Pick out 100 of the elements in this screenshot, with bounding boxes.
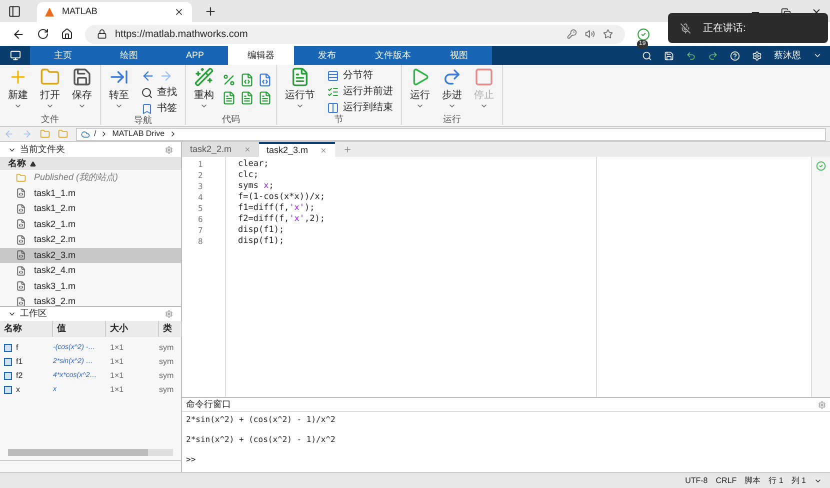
- file-item[interactable]: task2_2.m: [0, 232, 181, 248]
- back-arrow-icon[interactable]: [141, 69, 155, 83]
- code-line: f=(1-cos(x*x))/x;: [238, 192, 326, 203]
- toolbar-button[interactable]: 步进: [438, 65, 466, 110]
- address-field[interactable]: https://matlab.mathworks.com: [85, 24, 625, 44]
- file-item[interactable]: Published (我的站点): [0, 170, 181, 186]
- user-name[interactable]: 蔡沐恩: [774, 48, 801, 62]
- command-prompt: >>: [186, 455, 197, 465]
- ribbon-tab[interactable]: 主页: [30, 46, 96, 65]
- key-icon[interactable]: [567, 29, 577, 39]
- file-item[interactable]: task2_3.m: [0, 248, 181, 263]
- ribbon-tab[interactable]: 绘图: [96, 46, 162, 65]
- file-item[interactable]: task3_2.m: [0, 294, 181, 306]
- status-text: UTF-8: [685, 474, 708, 486]
- script-file-icon: [16, 188, 26, 198]
- line-number: 4: [197, 192, 204, 203]
- toolbar-button[interactable]: 运行: [406, 65, 434, 110]
- path-field[interactable]: / MATLAB Drive: [76, 128, 826, 140]
- checklist-icon: [327, 86, 339, 98]
- code-line: clc;: [238, 170, 260, 181]
- toolbar-button[interactable]: 分节符: [323, 69, 397, 82]
- code-line: syms x;: [238, 181, 275, 192]
- close-icon[interactable]: [174, 7, 184, 17]
- redo-icon[interactable]: [708, 50, 718, 60]
- undo-icon[interactable]: [686, 50, 696, 60]
- column-header[interactable]: 大小: [106, 321, 159, 337]
- path-segment[interactable]: MATLAB Drive: [112, 128, 165, 140]
- file-item[interactable]: task1_2.m: [0, 201, 181, 216]
- file-item[interactable]: task3_1.m: [0, 278, 181, 294]
- reload-icon[interactable]: [37, 28, 49, 40]
- table-cell: f: [0, 342, 53, 354]
- table-cell-text: sym: [159, 356, 175, 368]
- new-tab-icon[interactable]: [204, 5, 217, 18]
- table-cell: f1: [0, 356, 53, 368]
- toolbar-button[interactable]: 运行并前进: [323, 85, 397, 98]
- folder-icon: [40, 67, 60, 87]
- output-line: 2*sin(x^2) + (cos(x^2) - 1)/x^2: [186, 415, 336, 425]
- line-number: 2: [197, 170, 204, 181]
- notification-text: 正在讲话:: [703, 22, 746, 36]
- file-item[interactable]: task2_1.m: [0, 216, 181, 232]
- script-file-icon: [16, 219, 26, 230]
- sort-icon: [30, 160, 36, 166]
- ribbon-tab[interactable]: 文件版本: [360, 46, 426, 65]
- toolbar-button[interactable]: 运行节: [281, 65, 319, 110]
- column-header[interactable]: 名称: [0, 321, 53, 337]
- line-number: 8: [197, 236, 204, 247]
- status-text: 行 1: [768, 474, 784, 486]
- ribbon-tab[interactable]: 发布: [294, 46, 360, 65]
- browser-tab[interactable]: MATLAB: [37, 2, 192, 22]
- ribbon-tab[interactable]: 编辑器: [228, 46, 294, 65]
- code-line: f1=diff(f,'x');: [238, 203, 316, 214]
- group-label: 节: [334, 114, 344, 125]
- table-cell: f2: [0, 370, 53, 382]
- lock-icon: [97, 29, 107, 39]
- speaker-icon[interactable]: [585, 29, 595, 39]
- column-header[interactable]: 名称: [8, 156, 26, 170]
- editor-tab[interactable]: task2_2.m: [182, 142, 259, 157]
- path-segment[interactable]: /: [94, 128, 96, 140]
- code-line: clear;: [238, 159, 270, 170]
- panel-title: 命令行窗口: [186, 398, 231, 411]
- sidebar-icon[interactable]: [8, 5, 21, 18]
- caret-icon: [78, 102, 86, 110]
- toolbar-button[interactable]: 运行到结束: [323, 101, 397, 114]
- search-icon[interactable]: [642, 50, 652, 60]
- code-icon[interactable]: [258, 73, 272, 87]
- file-item[interactable]: task2_4.m: [0, 263, 181, 278]
- file-item[interactable]: task1_1.m: [0, 186, 181, 201]
- toolbar-button[interactable]: 重构: [190, 65, 218, 110]
- caret-icon: [416, 102, 424, 110]
- help-icon[interactable]: [730, 50, 740, 60]
- toolbar-button[interactable]: 新建: [4, 65, 32, 110]
- toolbar-button[interactable]: 查找: [137, 86, 181, 99]
- step-icon: [442, 67, 462, 87]
- save-icon[interactable]: [664, 50, 674, 60]
- folder-icon: [16, 172, 26, 183]
- line-number: 6: [197, 214, 204, 225]
- horizontal-scrollbar[interactable]: [8, 449, 173, 456]
- toolbar-button[interactable]: 转至: [105, 65, 133, 110]
- ribbon-tab[interactable]: APP: [162, 46, 228, 65]
- script-file-icon: [16, 281, 26, 292]
- muted-mic-icon: [680, 22, 691, 34]
- ribbon-tab[interactable]: 视图: [426, 46, 492, 65]
- table-cell: x: [0, 384, 53, 396]
- toolbar-button[interactable]: 书签: [137, 102, 181, 115]
- column-header[interactable]: 值: [53, 321, 106, 337]
- line-number: 5: [197, 203, 204, 214]
- toolbar-button[interactable]: 保存: [68, 65, 96, 110]
- star-icon[interactable]: [603, 29, 613, 39]
- toolbar-button[interactable]: 打开: [36, 65, 64, 110]
- wand-icon: [194, 67, 214, 87]
- columns-icon: [327, 102, 339, 114]
- panel-title: 工作区: [20, 307, 47, 320]
- collapse-icon[interactable]: [8, 310, 16, 318]
- editor-tab[interactable]: task2_3.m: [258, 142, 336, 157]
- home-icon[interactable]: [61, 28, 73, 40]
- back-icon[interactable]: [12, 28, 25, 40]
- caret-icon[interactable]: [813, 51, 822, 60]
- monitor-icon[interactable]: [10, 50, 20, 61]
- script-file-icon: [16, 296, 26, 306]
- code-icon[interactable]: [240, 73, 254, 87]
